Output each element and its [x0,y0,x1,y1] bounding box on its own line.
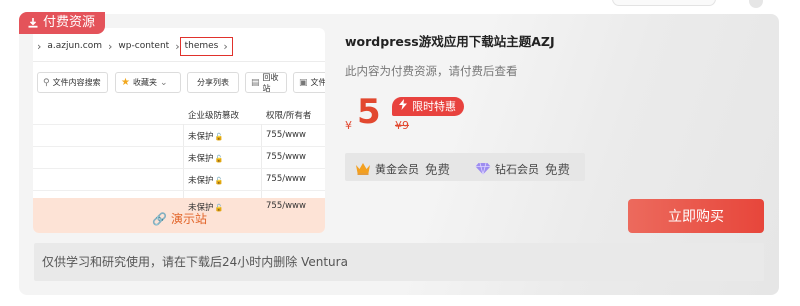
toolbar-favorites-button: ★ 收藏夹 ⌄ [115,72,181,93]
member-price: 免费 [545,162,571,177]
preview-image[interactable]: › a.azjun.com › wp-content › themes › ⚲ … [33,28,325,233]
toolbar-share-button: 分享列表 [187,72,239,93]
permission-value: 755/www [266,174,306,184]
crown-icon [356,163,370,175]
diamond-icon [475,162,491,175]
gold-member-price: 黄金会员 免费 [355,159,450,178]
trash-icon: ▤ [251,77,260,88]
download-icon [28,18,38,28]
divider [33,190,325,191]
chevron-right-icon: › [37,39,42,53]
paid-badge-label: 付费资源 [43,15,96,30]
top-pill-control[interactable] [612,0,716,6]
toolbar-label: 文件内容搜索 [52,78,101,87]
product-subtitle: 此内容为付费资源，请付费后查看 [345,64,518,78]
breadcrumb-item: wp-content [118,41,170,51]
protection-status: 未保护 [188,154,214,164]
demo-site-link[interactable]: 🔗 演示站 [152,210,207,227]
buy-now-button[interactable]: 立即购买 [628,199,764,233]
chevron-right-icon: › [223,39,228,53]
limited-offer-tag: 限时特惠 [392,97,464,116]
member-name: 黄金会员 [375,162,419,176]
top-round-button[interactable] [749,0,763,8]
toolbar-label: 分享列表 [197,78,229,87]
limited-offer-label: 限时特惠 [412,100,456,113]
lock-icon: 🔓 [214,155,224,163]
chevron-right-icon: › [108,39,113,53]
table-row: 未保护🔓 755/www [33,124,325,146]
table-row: 未保护🔓 755/www [33,168,325,190]
column-header: 权限/所有者 [266,111,312,121]
toolbar-label: 文件 [310,78,325,87]
diamond-member-price: 钻石会员 免费 [475,159,570,178]
paid-resource-badge: 付费资源 [19,12,106,34]
member-name: 钻石会员 [495,162,539,176]
breadcrumb-highlight: themes › [179,36,233,56]
toolbar-search-button: ⚲ 文件内容搜索 [37,72,108,93]
protection-status: 未保护 [188,176,214,186]
protection-status: 未保护 [188,132,214,142]
table-header: 企业级防篡改 权限/所有者 [33,106,325,124]
member-pricing: 黄金会员 免费 钻石会员 免费 [345,153,585,181]
search-icon: ⚲ [43,77,50,88]
lightning-icon [398,97,408,116]
link-icon: 🔗 [152,211,167,226]
divider [33,61,325,62]
product-title: wordpress游戏应用下载站主题AZJ [345,34,555,49]
permission-value: 755/www [266,152,306,162]
file-icon: ▣ [299,77,308,88]
breadcrumb-item: themes [184,41,219,51]
usage-notice: 仅供学习和研究使用，请在下载后24小时内删除 Ventura [34,243,764,281]
breadcrumb-item: a.azjun.com [47,41,103,51]
toolbar-label: 回收站 [262,72,279,93]
original-price: ¥9 [395,119,409,132]
permission-value: 755/www [266,201,306,211]
member-price: 免费 [425,162,451,177]
permission-value: 755/www [266,130,306,140]
lock-icon: 🔓 [214,177,224,185]
price-currency: ¥ [345,119,352,132]
column-header: 企业级防篡改 [188,111,240,121]
toolbar-label: 收藏夹 [132,78,157,87]
toolbar-recycle-button: ▤ 回收站 [245,72,287,93]
demo-site-label: 演示站 [170,212,207,226]
lock-icon: 🔓 [214,133,224,141]
table-row: 未保护🔓 755/www [33,146,325,168]
chevron-down-icon: ⌄ [159,77,168,88]
price-value: 5 [357,92,381,132]
star-icon: ★ [121,77,130,88]
lock-icon: 🔓 [214,204,224,212]
breadcrumb: › a.azjun.com › wp-content › themes › [33,36,325,56]
toolbar-file-button: ▣ 文件 [293,72,325,93]
